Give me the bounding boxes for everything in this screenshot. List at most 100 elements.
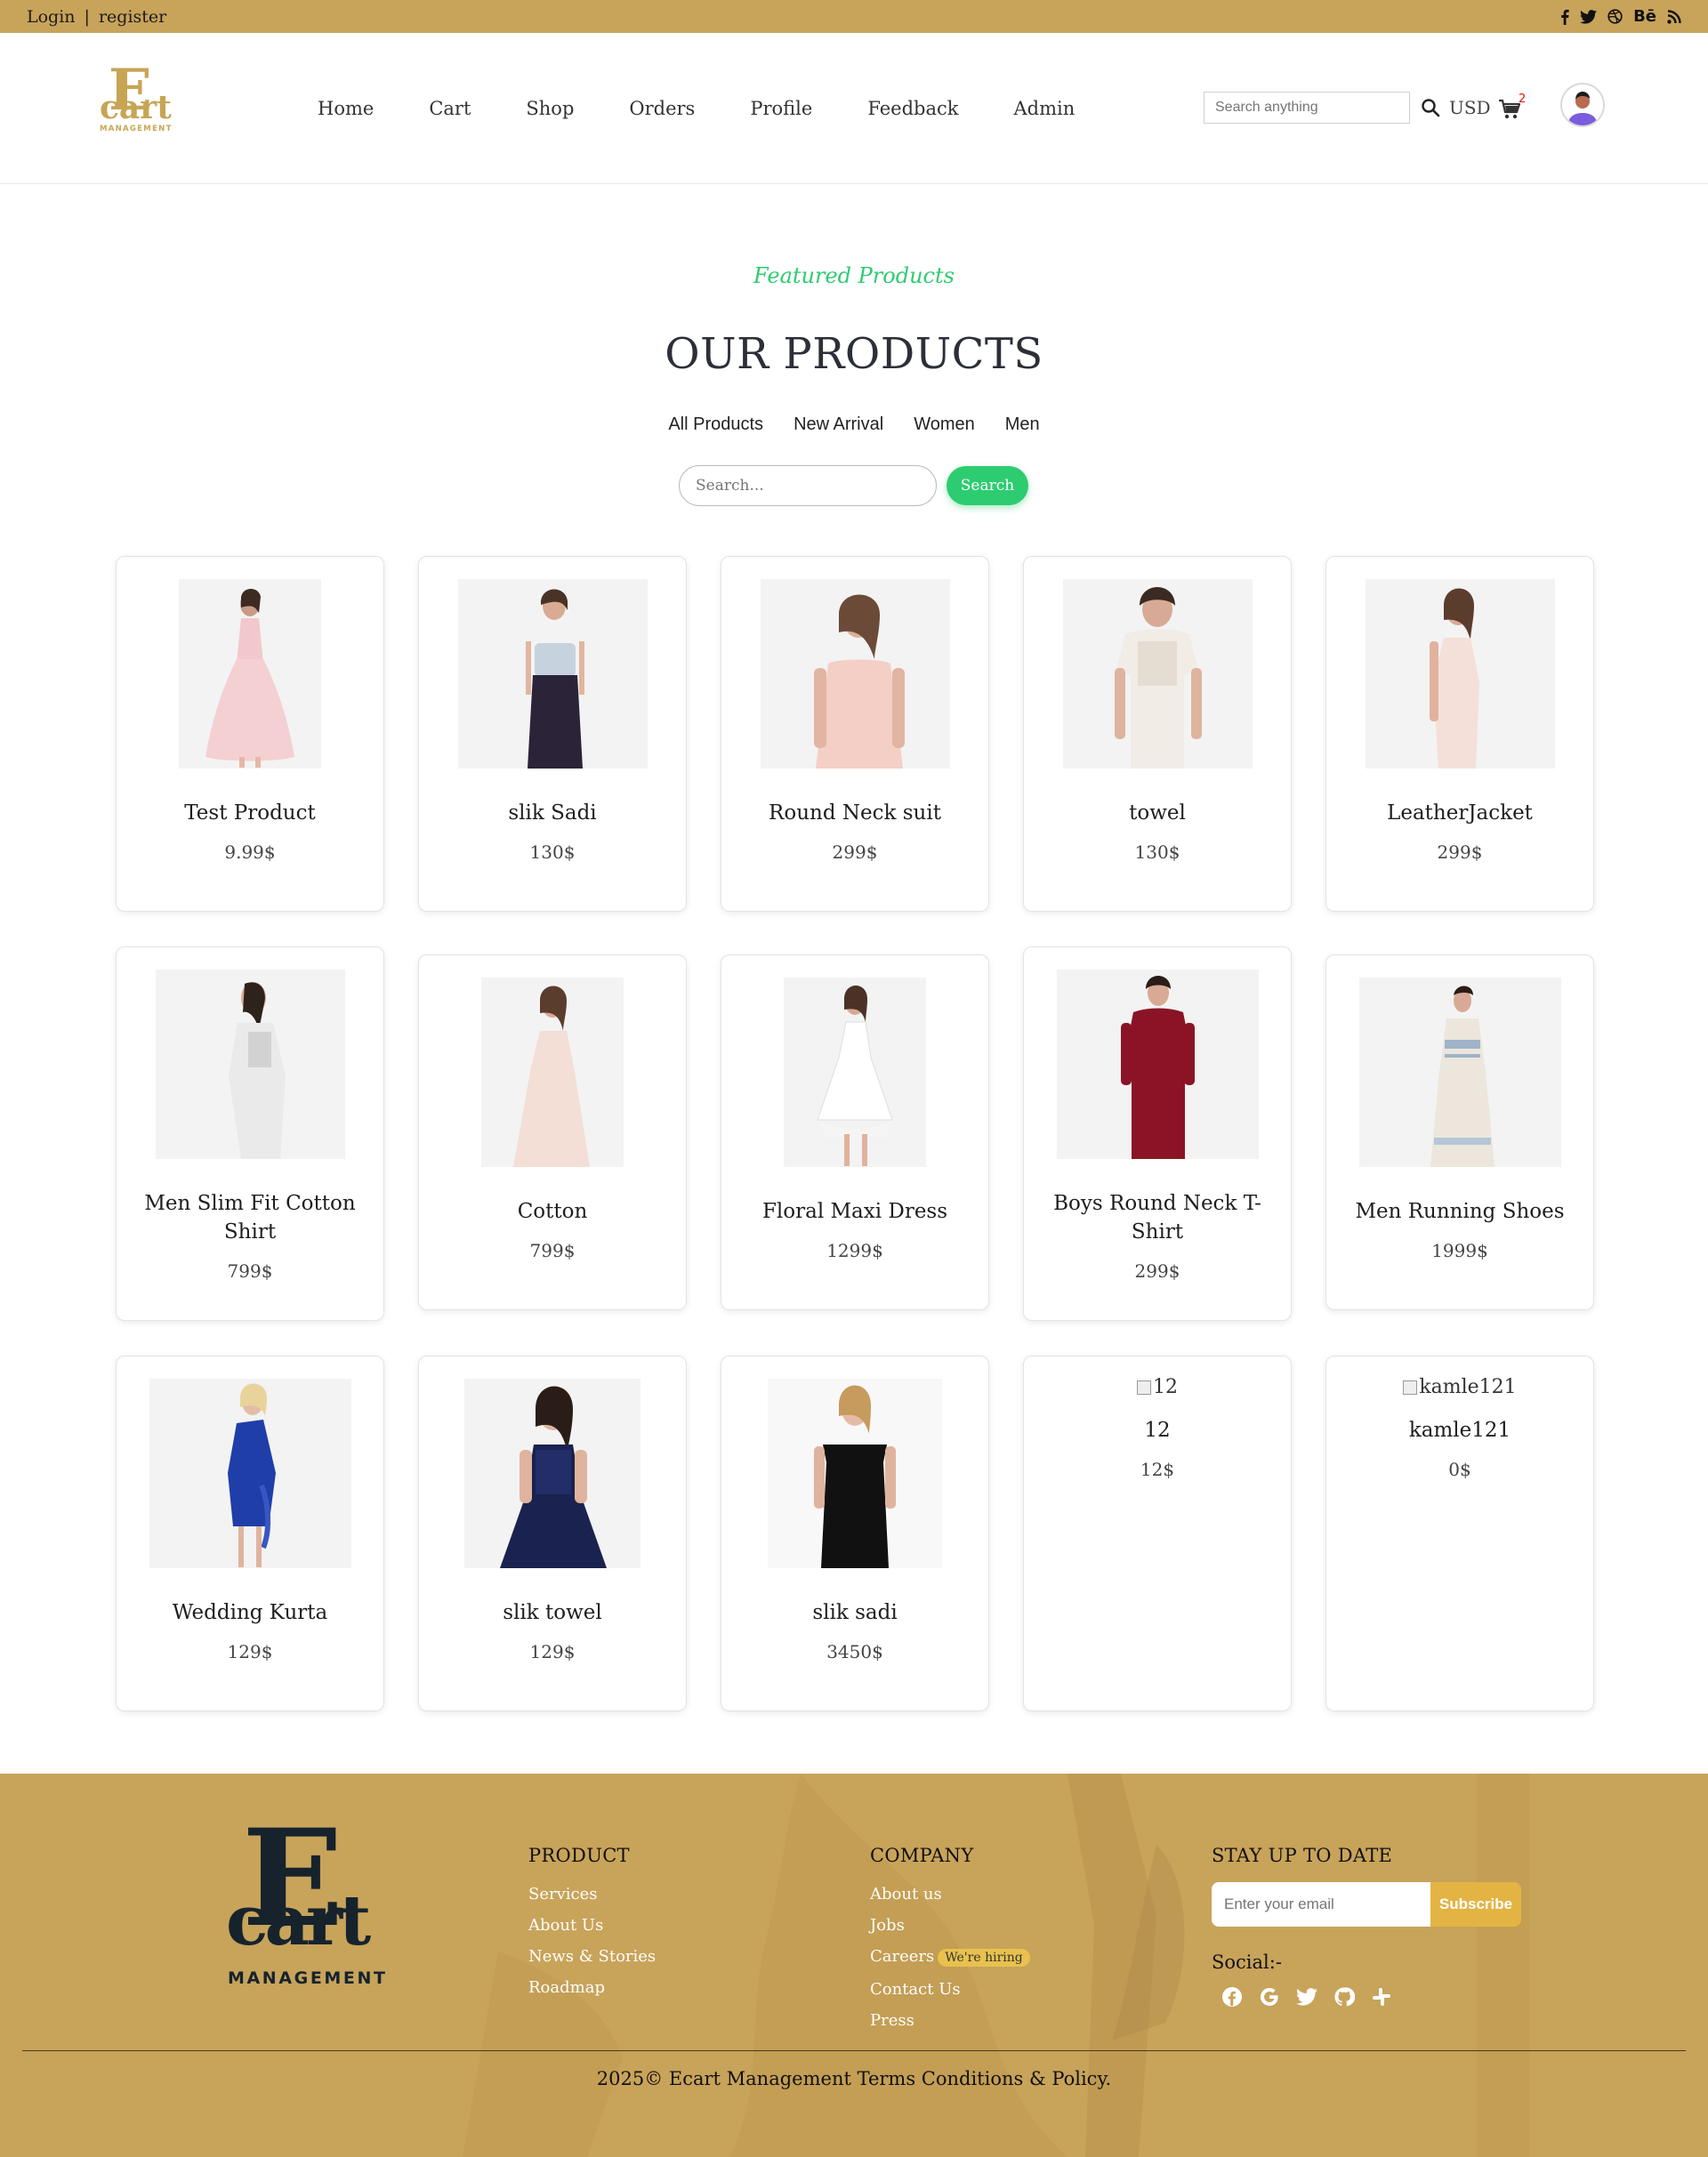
footer-link-careers[interactable]: Careers We're hiring xyxy=(870,1941,1030,1974)
filter-men[interactable]: Men xyxy=(1005,414,1040,435)
footer-link-contact[interactable]: Contact Us xyxy=(870,1974,1030,2005)
footer-product-title: PRODUCT xyxy=(528,1845,630,1866)
rss-icon[interactable] xyxy=(1667,9,1681,24)
auth-links: Login | register xyxy=(27,7,166,27)
product-name[interactable]: Men Running Shoes xyxy=(1326,1197,1593,1226)
product-card[interactable]: kamle121 kamle121 0$ xyxy=(1325,1356,1594,1711)
product-image[interactable] xyxy=(149,1379,351,1568)
site-logo[interactable]: E cart MANAGEMENT xyxy=(98,57,178,140)
product-image[interactable] xyxy=(179,579,321,769)
subscribe-button[interactable]: Subscribe xyxy=(1430,1882,1521,1927)
product-name[interactable]: Cotton xyxy=(419,1197,686,1226)
product-image[interactable] xyxy=(1062,579,1253,769)
nav-profile[interactable]: Profile xyxy=(750,98,812,119)
footer-link-roadmap[interactable]: Roadmap xyxy=(528,1972,656,2003)
facebook-icon[interactable] xyxy=(1221,1985,1244,2008)
product-search-button[interactable]: Search xyxy=(947,466,1028,505)
behance-icon[interactable]: Bē xyxy=(1633,7,1656,26)
product-price: 799$ xyxy=(227,1260,273,1282)
footer-link-about[interactable]: About us xyxy=(870,1879,1030,1910)
dribbble-icon[interactable] xyxy=(1607,9,1623,24)
product-name[interactable]: slik Sadi xyxy=(419,799,686,827)
github-icon[interactable] xyxy=(1333,1985,1356,2008)
filter-women[interactable]: Women xyxy=(914,414,975,435)
product-name[interactable]: slik towel xyxy=(419,1598,686,1627)
login-link[interactable]: Login xyxy=(27,7,76,27)
product-card[interactable]: slik sadi 3450$ xyxy=(721,1356,989,1711)
product-price: 299$ xyxy=(1134,1260,1180,1282)
facebook-icon[interactable] xyxy=(1560,9,1569,25)
product-card[interactable]: slik towel 129$ xyxy=(418,1356,687,1711)
product-image[interactable] xyxy=(784,978,926,1167)
product-card[interactable]: Test Product 9.99$ xyxy=(116,556,384,912)
product-name[interactable]: LeatherJacket xyxy=(1326,799,1593,827)
footer-logo-word: cart xyxy=(226,1880,371,1961)
product-image[interactable] xyxy=(457,579,648,769)
product-name[interactable]: slik sadi xyxy=(721,1598,988,1627)
twitter-icon[interactable] xyxy=(1580,9,1598,24)
product-card[interactable]: Men Slim Fit Cotton Shirt 799$ xyxy=(116,946,384,1321)
search-icon[interactable] xyxy=(1421,98,1440,117)
nav-feedback[interactable]: Feedback xyxy=(867,98,958,119)
cart-count-badge: 2 xyxy=(1519,93,1527,106)
nav-cart[interactable]: Cart xyxy=(429,98,471,119)
product-name[interactable]: kamle121 xyxy=(1326,1416,1593,1445)
product-image[interactable] xyxy=(1358,978,1561,1167)
nav-home[interactable]: Home xyxy=(318,98,374,119)
nav-shop[interactable]: Shop xyxy=(526,98,574,119)
product-image[interactable] xyxy=(1056,970,1259,1159)
product-image[interactable] xyxy=(768,1379,942,1568)
footer-link-news-stories[interactable]: News & Stories xyxy=(528,1941,656,1972)
product-card[interactable]: 12 12 12$ xyxy=(1023,1356,1292,1711)
product-card[interactable]: Men Running Shoes 1999$ xyxy=(1325,954,1594,1310)
newsletter-email-input[interactable] xyxy=(1212,1882,1430,1927)
product-name[interactable]: Wedding Kurta xyxy=(117,1598,383,1627)
product-image[interactable] xyxy=(155,970,345,1159)
filter-all-products[interactable]: All Products xyxy=(668,414,763,435)
product-card[interactable]: Cotton 799$ xyxy=(418,954,687,1310)
product-name[interactable]: Boys Round Neck T-Shirt xyxy=(1024,1189,1291,1246)
section-eyebrow: Featured Products xyxy=(753,263,955,288)
product-card[interactable]: Wedding Kurta 129$ xyxy=(116,1356,384,1711)
register-link[interactable]: register xyxy=(99,7,166,27)
auth-separator: | xyxy=(84,6,90,27)
top-bar: Login | register Bē xyxy=(0,0,1708,33)
twitter-icon[interactable] xyxy=(1295,1985,1318,2008)
product-name[interactable]: towel xyxy=(1024,799,1291,827)
footer-link-jobs[interactable]: Jobs xyxy=(870,1910,1030,1941)
site-footer: E cart MANAGEMENT PRODUCT Services About… xyxy=(0,1774,1708,2157)
product-name[interactable]: Floral Maxi Dress xyxy=(721,1197,988,1226)
product-search-input[interactable] xyxy=(679,465,937,506)
footer-link-press[interactable]: Press xyxy=(870,2005,1030,2036)
footer-link-about-us[interactable]: About Us xyxy=(528,1910,656,1941)
google-icon[interactable] xyxy=(1258,1985,1281,2008)
product-name[interactable]: Test Product xyxy=(117,799,383,827)
product-card[interactable]: Round Neck suit 299$ xyxy=(721,556,989,912)
product-card[interactable]: Floral Maxi Dress 1299$ xyxy=(721,954,989,1310)
product-name[interactable]: Round Neck suit xyxy=(721,799,988,827)
product-image[interactable] xyxy=(481,978,624,1167)
nav-admin[interactable]: Admin xyxy=(1013,98,1075,119)
product-card[interactable]: Boys Round Neck T-Shirt 299$ xyxy=(1023,946,1292,1321)
broken-image[interactable]: kamle121 xyxy=(1403,1376,1517,1398)
product-filters: All Products New Arrival Women Men xyxy=(0,414,1708,435)
broken-image[interactable]: 12 xyxy=(1137,1376,1178,1398)
product-image[interactable] xyxy=(760,579,950,769)
slack-icon[interactable] xyxy=(1370,1985,1393,2008)
footer-logo[interactable]: E cart MANAGEMENT xyxy=(222,1800,400,1996)
filter-new-arrival[interactable]: New Arrival xyxy=(794,414,883,435)
product-card[interactable]: LeatherJacket 299$ xyxy=(1325,556,1594,912)
header-search-input[interactable] xyxy=(1204,92,1410,124)
product-name[interactable]: 12 xyxy=(1024,1416,1291,1445)
product-card[interactable]: slik Sadi 130$ xyxy=(418,556,687,912)
product-image[interactable] xyxy=(464,1379,640,1568)
footer-link-services[interactable]: Services xyxy=(528,1879,656,1910)
product-name[interactable]: Men Slim Fit Cotton Shirt xyxy=(117,1189,383,1246)
currency-selector[interactable]: USD xyxy=(1449,97,1491,118)
product-price: 299$ xyxy=(832,841,878,863)
user-avatar[interactable] xyxy=(1560,83,1605,127)
product-card[interactable]: towel 130$ xyxy=(1023,556,1292,912)
newsletter-title: STAY UP TO DATE xyxy=(1212,1845,1393,1866)
product-image[interactable] xyxy=(1365,579,1555,769)
nav-orders[interactable]: Orders xyxy=(629,98,695,119)
